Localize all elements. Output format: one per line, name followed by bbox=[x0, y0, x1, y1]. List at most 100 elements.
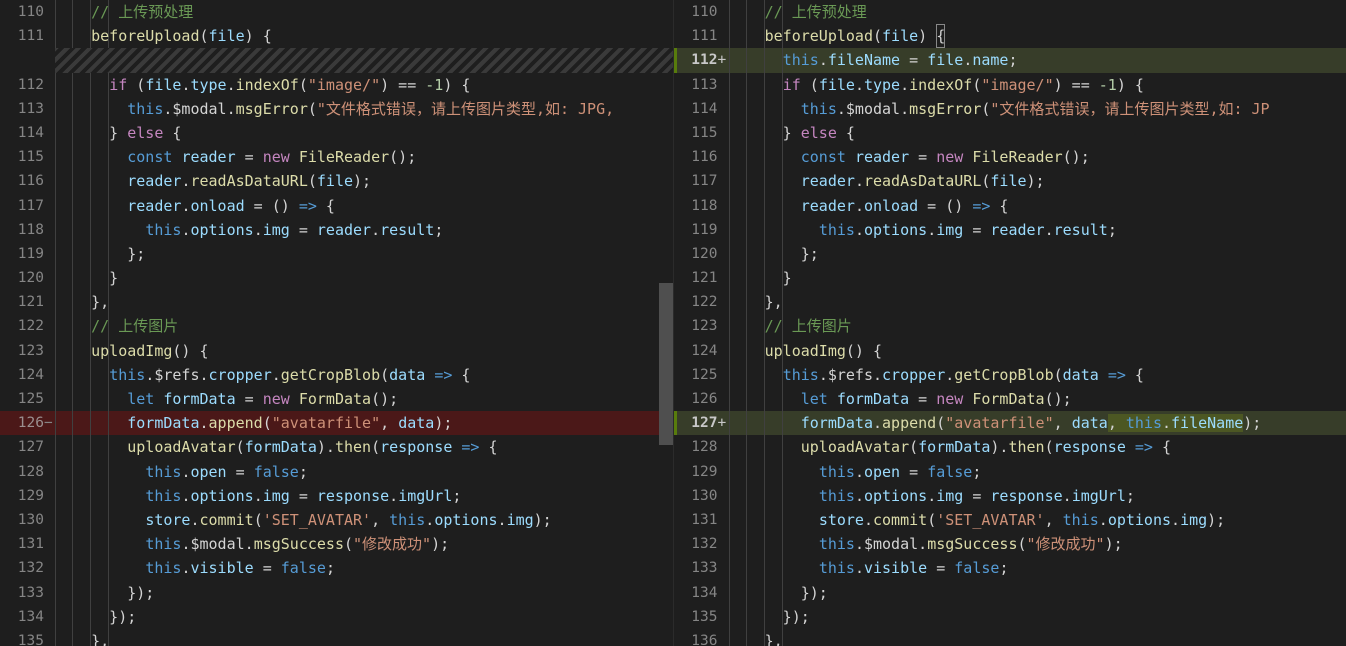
code-line[interactable]: 113 this.$modal.msgError("文件格式错误，请上传图片类型… bbox=[0, 96, 673, 121]
code-line[interactable]: 135 }, bbox=[0, 628, 673, 646]
code-line[interactable]: 134 }); bbox=[0, 604, 673, 629]
code-text[interactable]: reader.readAsDataURL(file); bbox=[728, 169, 1346, 194]
code-line[interactable]: 127 uploadAvatar(formData).then(response… bbox=[0, 435, 673, 460]
code-text[interactable]: }, bbox=[55, 290, 673, 315]
diff-inserted-line[interactable]: 112 + this.fileName = file.name; bbox=[673, 48, 1346, 73]
code-text[interactable]: let formData = new FormData(); bbox=[728, 387, 1346, 412]
code-text[interactable]: this.visible = false; bbox=[55, 556, 673, 581]
code-line[interactable]: 111 beforeUpload(file) { bbox=[0, 24, 673, 49]
code-line[interactable]: 115 } else { bbox=[674, 120, 1346, 146]
code-text[interactable]: // 上传图片 bbox=[728, 314, 1346, 339]
code-text[interactable]: this.options.img = reader.result; bbox=[55, 217, 673, 242]
code-line[interactable]: 126 let formData = new FormData(); bbox=[674, 387, 1346, 412]
code-line[interactable]: 132 this.visible = false; bbox=[0, 556, 673, 581]
code-text[interactable]: } else { bbox=[55, 120, 673, 146]
code-text[interactable]: }); bbox=[728, 604, 1346, 629]
code-line[interactable]: 129 this.options.img = response.imgUrl; bbox=[0, 483, 673, 508]
code-text[interactable]: this.$modal.msgSuccess("修改成功"); bbox=[55, 532, 673, 557]
code-text[interactable]: formData.append("avatarfile", data, this… bbox=[728, 411, 1346, 436]
code-line[interactable]: 135 }); bbox=[674, 604, 1346, 629]
code-line[interactable]: 114 this.$modal.msgError("文件格式错误，请上传图片类型… bbox=[674, 96, 1346, 121]
code-line[interactable]: 128 this.open = false; bbox=[0, 459, 673, 484]
code-text[interactable]: const reader = new FileReader(); bbox=[728, 145, 1346, 170]
code-text[interactable]: this.open = false; bbox=[728, 459, 1346, 484]
diff-filler-row[interactable] bbox=[0, 48, 673, 73]
code-line[interactable]: 128 uploadAvatar(formData).then(response… bbox=[674, 435, 1346, 460]
scrollbar-thumb[interactable] bbox=[658, 283, 673, 445]
code-line[interactable]: 129 this.open = false; bbox=[674, 459, 1346, 484]
code-line[interactable]: 133 this.visible = false; bbox=[674, 556, 1346, 581]
code-text[interactable]: this.$modal.msgError("文件格式错误，请上传图片类型,如: … bbox=[55, 96, 673, 121]
code-text[interactable]: this.$refs.cropper.getCropBlob(data => { bbox=[728, 362, 1346, 387]
code-text[interactable]: } else { bbox=[728, 120, 1346, 146]
code-line[interactable]: 130 store.commit('SET_AVATAR', this.opti… bbox=[0, 507, 673, 533]
original-code-surface[interactable]: 110 // 上传预处理 111 beforeUpload(file) {112 … bbox=[0, 0, 673, 646]
code-text[interactable]: }); bbox=[55, 580, 673, 605]
code-text[interactable]: uploadImg() { bbox=[55, 338, 673, 363]
code-text[interactable]: beforeUpload(file) { bbox=[728, 24, 1346, 49]
code-text[interactable]: reader.onload = () => { bbox=[728, 193, 1346, 218]
code-line[interactable]: 110 // 上传预处理 bbox=[674, 0, 1346, 25]
code-text[interactable]: if (file.type.indexOf("image/") == -1) { bbox=[728, 72, 1346, 97]
code-line[interactable]: 125 let formData = new FormData(); bbox=[0, 387, 673, 412]
code-line[interactable]: 123 // 上传图片 bbox=[674, 314, 1346, 339]
original-vertical-scrollbar[interactable] bbox=[658, 0, 673, 646]
code-line[interactable]: 123 uploadImg() { bbox=[0, 338, 673, 363]
code-line[interactable]: 124 uploadImg() { bbox=[674, 338, 1346, 363]
code-line[interactable]: 122 // 上传图片 bbox=[0, 314, 673, 339]
code-line[interactable]: 120 }; bbox=[674, 241, 1346, 267]
diff-inserted-line[interactable]: 127 + formData.append("avatarfile", data,… bbox=[673, 411, 1346, 436]
code-text[interactable]: const reader = new FileReader(); bbox=[55, 145, 673, 170]
code-text[interactable]: }, bbox=[728, 290, 1346, 315]
code-text[interactable]: }; bbox=[728, 241, 1346, 267]
code-text[interactable]: }); bbox=[728, 580, 1346, 605]
code-line[interactable]: 134 }); bbox=[674, 580, 1346, 605]
code-line[interactable]: 112 if (file.type.indexOf("image/") == -… bbox=[0, 72, 673, 97]
code-text[interactable]: store.commit('SET_AVATAR', this.options.… bbox=[728, 507, 1346, 533]
code-line[interactable]: 130 this.options.img = response.imgUrl; bbox=[674, 483, 1346, 508]
code-text[interactable]: this.open = false; bbox=[55, 459, 673, 484]
code-line[interactable]: 120 } bbox=[0, 266, 673, 291]
code-text[interactable]: }, bbox=[728, 628, 1346, 646]
code-line[interactable]: 114 } else { bbox=[0, 120, 673, 146]
code-text[interactable]: this.options.img = response.imgUrl; bbox=[728, 483, 1346, 508]
code-line[interactable]: 116 reader.readAsDataURL(file); bbox=[0, 169, 673, 194]
code-line[interactable]: 118 this.options.img = reader.result; bbox=[0, 217, 673, 242]
code-line[interactable]: 113 if (file.type.indexOf("image/") == -… bbox=[674, 72, 1346, 97]
code-line[interactable]: 115 const reader = new FileReader(); bbox=[0, 145, 673, 170]
code-line[interactable]: 131 store.commit('SET_AVATAR', this.opti… bbox=[674, 507, 1346, 533]
code-text[interactable]: if (file.type.indexOf("image/") == -1) { bbox=[55, 72, 673, 97]
code-text[interactable]: store.commit('SET_AVATAR', this.options.… bbox=[55, 507, 673, 533]
code-text[interactable]: }, bbox=[55, 628, 673, 646]
code-text[interactable]: this.$modal.msgSuccess("修改成功"); bbox=[728, 532, 1346, 557]
code-text[interactable]: uploadAvatar(formData).then(response => … bbox=[55, 435, 673, 460]
code-text[interactable]: uploadAvatar(formData).then(response => … bbox=[728, 435, 1346, 460]
diff-deleted-line[interactable]: 126− formData.append("avatarfile", data)… bbox=[0, 411, 673, 436]
code-text[interactable]: this.$refs.cropper.getCropBlob(data => { bbox=[55, 362, 673, 387]
diff-pane-original[interactable]: 110 // 上传预处理 111 beforeUpload(file) {112 … bbox=[0, 0, 673, 646]
code-text[interactable]: uploadImg() { bbox=[728, 338, 1346, 363]
code-text[interactable]: // 上传图片 bbox=[55, 314, 673, 339]
code-line[interactable]: 121 } bbox=[674, 266, 1346, 291]
code-line[interactable]: 111 beforeUpload(file) { bbox=[674, 24, 1346, 49]
code-text[interactable]: reader.readAsDataURL(file); bbox=[55, 169, 673, 194]
code-line[interactable]: 119 }; bbox=[0, 241, 673, 267]
code-line[interactable]: 116 const reader = new FileReader(); bbox=[674, 145, 1346, 170]
code-text[interactable]: let formData = new FormData(); bbox=[55, 387, 673, 412]
code-text[interactable]: beforeUpload(file) { bbox=[55, 24, 673, 49]
code-text[interactable]: }; bbox=[55, 241, 673, 267]
code-line[interactable]: 136 }, bbox=[674, 628, 1346, 646]
code-text[interactable]: }); bbox=[55, 604, 673, 629]
code-line[interactable]: 132 this.$modal.msgSuccess("修改成功"); bbox=[674, 532, 1346, 557]
code-text[interactable]: } bbox=[728, 266, 1346, 291]
code-text[interactable]: reader.onload = () => { bbox=[55, 193, 673, 218]
code-text[interactable]: this.$modal.msgError("文件格式错误，请上传图片类型,如: … bbox=[728, 96, 1346, 121]
code-line[interactable]: 117 reader.readAsDataURL(file); bbox=[674, 169, 1346, 194]
code-line[interactable]: 133 }); bbox=[0, 580, 673, 605]
code-line[interactable]: 117 reader.onload = () => { bbox=[0, 193, 673, 218]
code-text[interactable]: // 上传预处理 bbox=[55, 0, 673, 25]
code-line[interactable]: 125 this.$refs.cropper.getCropBlob(data … bbox=[674, 362, 1346, 387]
code-line[interactable]: 118 reader.onload = () => { bbox=[674, 193, 1346, 218]
modified-code-surface[interactable]: 110 // 上传预处理 111 beforeUpload(file) {112 +… bbox=[673, 0, 1346, 646]
code-line[interactable]: 131 this.$modal.msgSuccess("修改成功"); bbox=[0, 532, 673, 557]
